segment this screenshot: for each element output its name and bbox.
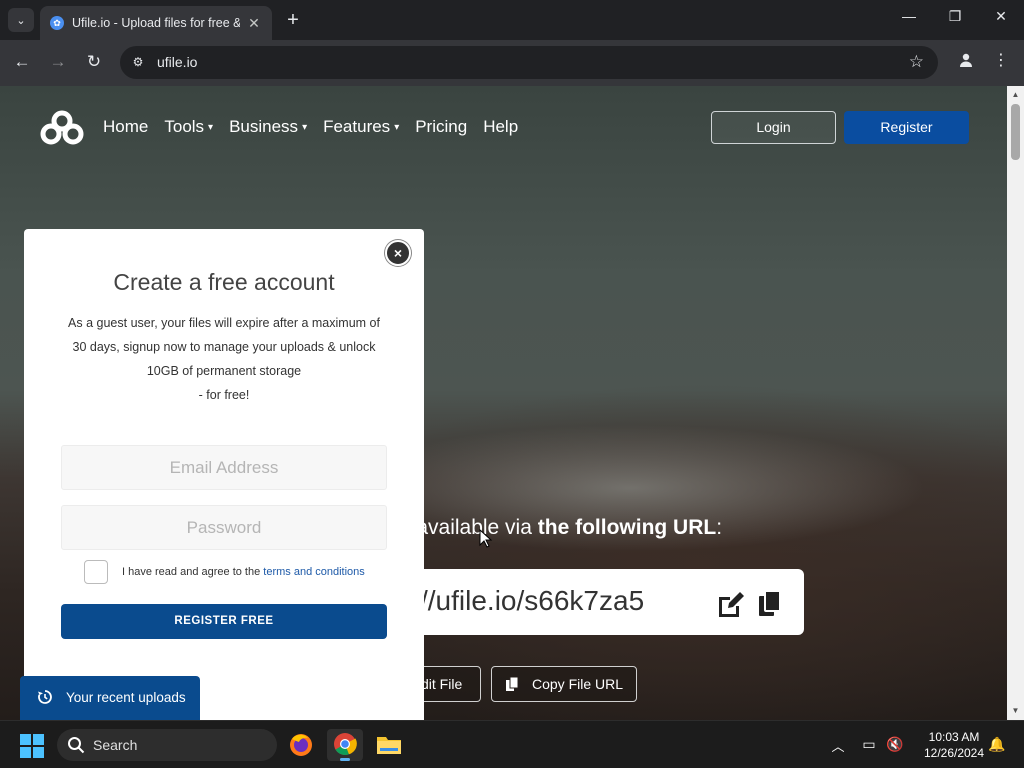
- share-url-text[interactable]: //ufile.io/s66k7za5: [420, 585, 644, 617]
- terms-link[interactable]: terms and conditions: [263, 566, 365, 578]
- chevron-down-icon: ▾: [208, 121, 214, 133]
- tab-close-icon[interactable]: ✕: [246, 15, 262, 32]
- caption-bold: the following URL: [537, 516, 717, 539]
- description-line: 10GB of permanent storage: [146, 364, 302, 378]
- minimize-button[interactable]: —: [897, 8, 921, 24]
- share-url-box: //ufile.io/s66k7za5: [380, 569, 804, 635]
- recent-uploads-button[interactable]: Your recent uploads: [20, 676, 200, 720]
- scroll-down-icon[interactable]: ▼: [1011, 706, 1020, 715]
- chrome-icon[interactable]: [327, 729, 363, 761]
- windows-taskbar: Search ︿ ▭ 🔇 10:03 AM 12/26/2024 🔔: [0, 720, 1024, 768]
- page-content: Home Tools ▾ Business ▾ Features ▾ Pricing …: [0, 86, 1007, 720]
- history-icon: [38, 690, 52, 704]
- register-button[interactable]: Register: [844, 111, 969, 144]
- windows-start-icon[interactable]: [20, 734, 44, 758]
- notification-bell-icon[interactable]: 🔔: [988, 736, 1005, 753]
- profile-icon[interactable]: [955, 52, 977, 74]
- search-icon: [68, 737, 85, 754]
- description-line: - for free!: [198, 388, 250, 402]
- recent-uploads-label: Your recent uploads: [66, 690, 186, 705]
- share-caption: s available via the following URL:: [400, 516, 722, 540]
- clock-date: 12/26/2024: [923, 746, 985, 760]
- terms-row: I have read and agree to the terms and c…: [84, 560, 365, 584]
- chevron-down-icon: ▾: [302, 121, 308, 133]
- nav-tools[interactable]: Tools ▾: [164, 117, 213, 137]
- address-url[interactable]: ufile.io: [157, 54, 197, 70]
- ufile-logo-icon[interactable]: [38, 110, 86, 146]
- nav-home[interactable]: Home: [103, 117, 148, 137]
- copy-icon[interactable]: [758, 590, 782, 620]
- copy-file-url-button[interactable]: Copy File URL: [491, 666, 637, 702]
- firefox-icon[interactable]: [283, 729, 319, 761]
- register-modal: × Create a free account As a guest user,…: [24, 229, 424, 720]
- login-button[interactable]: Login: [711, 111, 836, 144]
- register-free-button[interactable]: REGISTER FREE: [61, 604, 387, 639]
- password-field[interactable]: [61, 505, 387, 550]
- back-button[interactable]: ←: [11, 52, 33, 72]
- description-line: As a guest user, your files will expire …: [68, 316, 380, 330]
- browser-menu-icon[interactable]: ⋮: [993, 50, 1009, 70]
- browser-tabstrip: ⌄ ✿ Ufile.io - Upload files for free & ✕…: [0, 0, 1024, 40]
- forward-button[interactable]: →: [47, 52, 69, 72]
- network-icon[interactable]: ▭: [860, 736, 878, 753]
- reload-button[interactable]: ↻: [83, 52, 105, 72]
- site-info-icon[interactable]: ⚙: [129, 53, 147, 71]
- description-line: 30 days, signup now to manage your uploa…: [72, 340, 376, 354]
- modal-description: As a guest user, your files will expire …: [54, 311, 394, 407]
- terms-label: I have read and agree to the: [122, 566, 264, 578]
- nav-features[interactable]: Features ▾: [323, 117, 399, 137]
- chevron-down-icon: ▾: [394, 121, 400, 133]
- terms-checkbox[interactable]: [84, 560, 108, 584]
- close-window-button[interactable]: ✕: [989, 8, 1013, 25]
- terms-text: I have read and agree to the terms and c…: [122, 566, 365, 578]
- taskbar-clock[interactable]: 10:03 AM 12/26/2024: [912, 729, 996, 761]
- address-bar[interactable]: ⚙ ufile.io ☆: [120, 46, 938, 79]
- browser-toolbar: ← → ↻ ⚙ ufile.io ☆: [0, 40, 1024, 86]
- email-field[interactable]: [61, 445, 387, 490]
- modal-title: Create a free account: [113, 269, 335, 295]
- taskbar-search[interactable]: Search: [57, 729, 277, 761]
- search-label: Search: [93, 737, 138, 753]
- file-explorer-icon[interactable]: [371, 729, 407, 761]
- mouse-cursor-icon: [479, 529, 493, 548]
- browser-tab-active[interactable]: ✿ Ufile.io - Upload files for free & ✕: [40, 6, 272, 40]
- copy-icon: [506, 677, 518, 691]
- ufile-favicon: ✿: [50, 16, 64, 30]
- page-scrollbar[interactable]: ▲ ▼: [1007, 86, 1024, 720]
- site-navigation: Home Tools ▾ Business ▾ Features ▾ Pricing …: [103, 117, 534, 137]
- tab-title: Ufile.io - Upload files for free &: [72, 16, 240, 30]
- clock-time: 10:03 AM: [928, 730, 980, 744]
- edit-icon[interactable]: [716, 591, 746, 619]
- caption-suffix: :: [716, 516, 723, 539]
- copy-file-url-label: Copy File URL: [532, 676, 624, 692]
- close-icon[interactable]: ×: [385, 240, 411, 266]
- nav-help[interactable]: Help: [483, 117, 518, 137]
- nav-pricing[interactable]: Pricing: [415, 117, 467, 137]
- new-tab-button[interactable]: +: [282, 9, 304, 31]
- tray-overflow-icon[interactable]: ︿: [830, 736, 846, 755]
- bookmark-star-icon[interactable]: ☆: [909, 52, 924, 72]
- tab-search-button[interactable]: ⌄: [8, 8, 34, 32]
- scroll-up-icon[interactable]: ▲: [1011, 90, 1020, 99]
- restore-button[interactable]: ❐: [943, 8, 967, 25]
- scrollbar-thumb[interactable]: [1011, 104, 1020, 160]
- active-app-indicator: [340, 758, 350, 761]
- nav-business[interactable]: Business ▾: [229, 117, 307, 137]
- volume-muted-icon[interactable]: 🔇: [886, 736, 904, 753]
